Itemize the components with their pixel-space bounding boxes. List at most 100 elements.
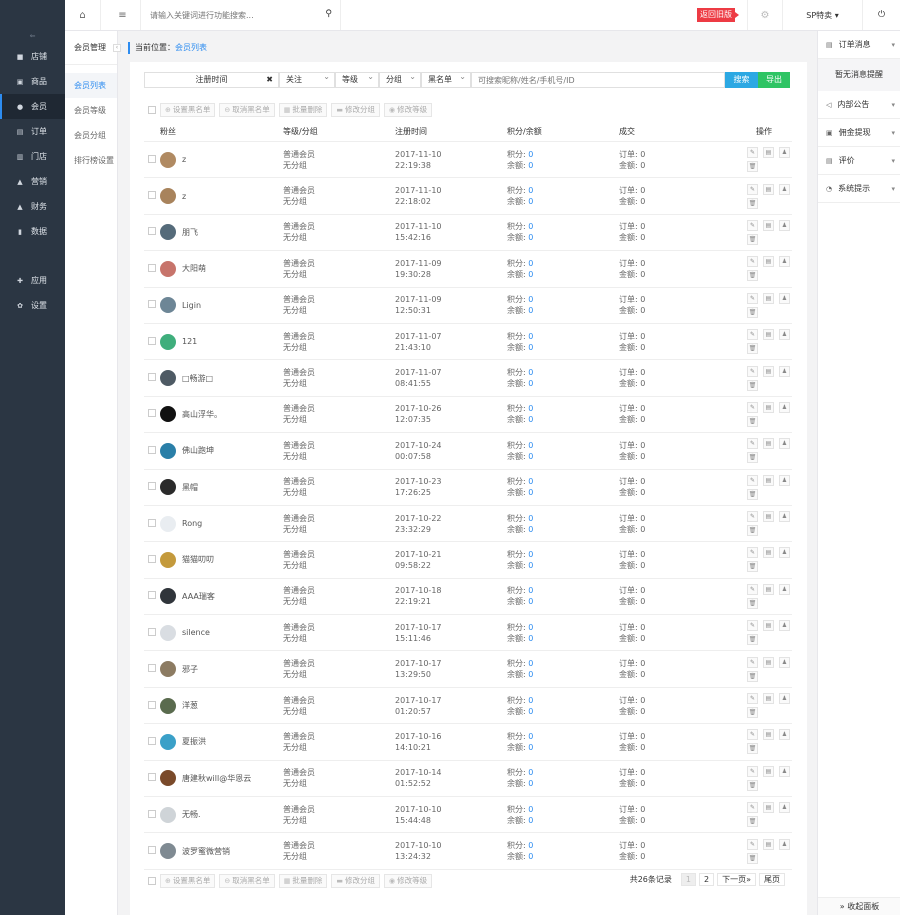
row-checkbox[interactable] <box>148 336 156 345</box>
delete-icon[interactable]: 🗑 <box>747 525 758 537</box>
row-checkbox[interactable] <box>148 154 156 163</box>
batch-action-button-4[interactable]: ◉ 修改等级 <box>384 874 433 888</box>
member-nickname[interactable]: 夏振洪 <box>182 736 206 747</box>
right-panel-item-2[interactable]: ▤ 评价 ▾ <box>818 147 900 175</box>
tag-icon[interactable]: ♟ <box>779 329 790 341</box>
tag-icon[interactable]: ♟ <box>779 583 790 595</box>
row-checkbox[interactable] <box>148 482 156 491</box>
batch-action-button-3[interactable]: ▬ 修改分组 <box>331 874 380 888</box>
batch-action-button-1[interactable]: ⊖ 取消黑名单 <box>219 103 275 117</box>
detail-icon[interactable]: ▤ <box>763 329 774 341</box>
member-nickname[interactable]: z <box>182 155 186 164</box>
sub-nav-collapse-icon[interactable]: ‹ <box>113 44 121 52</box>
detail-icon[interactable]: ▤ <box>763 292 774 304</box>
edit-icon[interactable]: ✎ <box>747 729 758 741</box>
avatar[interactable] <box>160 260 176 277</box>
detail-icon[interactable]: ▤ <box>763 547 774 559</box>
row-checkbox[interactable] <box>148 846 156 855</box>
register-date-picker[interactable]: 注册时间 ✖ <box>144 72 279 88</box>
search-button[interactable]: 搜索 <box>725 72 758 88</box>
delete-icon[interactable]: 🗑 <box>747 852 758 864</box>
edit-icon[interactable]: ✎ <box>747 183 758 195</box>
blacklist-select[interactable]: 黑名单 <box>421 70 471 88</box>
tag-icon[interactable]: ♟ <box>779 838 790 850</box>
member-nickname[interactable]: 朋飞 <box>182 227 198 238</box>
member-nickname[interactable]: 波罗蜜微营销 <box>182 846 230 857</box>
edit-icon[interactable]: ✎ <box>747 693 758 705</box>
edit-icon[interactable]: ✎ <box>747 147 758 159</box>
detail-icon[interactable]: ▤ <box>763 511 774 523</box>
export-button[interactable]: 导出 <box>758 72 790 88</box>
edit-icon[interactable]: ✎ <box>747 802 758 814</box>
edit-icon[interactable]: ✎ <box>747 219 758 231</box>
member-nickname[interactable]: AAA瑞客 <box>182 591 215 602</box>
member-nickname[interactable]: 121 <box>182 337 197 346</box>
detail-icon[interactable]: ▤ <box>763 583 774 595</box>
tag-icon[interactable]: ♟ <box>779 256 790 268</box>
member-nickname[interactable]: 洋葱 <box>182 700 198 711</box>
delete-icon[interactable]: 🗑 <box>747 488 758 500</box>
member-nickname[interactable]: 佛山跑坤 <box>182 445 214 456</box>
edit-icon[interactable]: ✎ <box>747 474 758 486</box>
member-nickname[interactable]: Ligin <box>182 301 201 310</box>
tag-icon[interactable]: ♟ <box>779 620 790 632</box>
edit-icon[interactable]: ✎ <box>747 620 758 632</box>
row-checkbox[interactable] <box>148 809 156 818</box>
tag-icon[interactable]: ♟ <box>779 219 790 231</box>
level-select[interactable]: 等级 <box>335 70 379 88</box>
row-checkbox[interactable] <box>148 300 156 309</box>
batch-action-button-4[interactable]: ◉ 修改等级 <box>384 103 433 117</box>
menu-toggle-button[interactable]: ≡ <box>105 0 141 30</box>
detail-icon[interactable]: ▤ <box>763 838 774 850</box>
row-checkbox[interactable] <box>148 773 156 782</box>
tag-icon[interactable]: ♟ <box>779 729 790 741</box>
delete-icon[interactable]: 🗑 <box>747 561 758 573</box>
left-nav-item-7[interactable]: ▮ 数据 <box>0 219 65 244</box>
tag-icon[interactable]: ♟ <box>779 656 790 668</box>
row-checkbox[interactable] <box>148 191 156 200</box>
member-nickname[interactable]: 无畅. <box>182 809 201 820</box>
left-nav-item-2[interactable]: ● 会员 <box>0 94 65 119</box>
row-checkbox[interactable] <box>148 554 156 563</box>
delete-icon[interactable]: 🗑 <box>747 270 758 282</box>
member-nickname[interactable]: 黑帽 <box>182 482 198 493</box>
batch-action-button-0[interactable]: ⊕ 设置黑名单 <box>160 874 216 888</box>
member-nickname[interactable]: z <box>182 192 186 201</box>
follow-select[interactable]: 关注 <box>279 70 335 88</box>
shop-name-dropdown[interactable]: SP特卖 ▾ <box>783 0 863 30</box>
avatar[interactable] <box>160 770 176 787</box>
avatar[interactable] <box>160 515 176 532</box>
search-icon[interactable]: ⚲ <box>325 9 332 19</box>
row-checkbox[interactable] <box>148 409 156 418</box>
edit-icon[interactable]: ✎ <box>747 547 758 559</box>
page-1[interactable]: 1 <box>680 873 696 886</box>
delete-icon[interactable]: 🗑 <box>747 415 758 427</box>
keyword-input[interactable] <box>471 72 725 88</box>
tag-icon[interactable]: ♟ <box>779 765 790 777</box>
right-panel-item-0[interactable]: ◁ 内部公告 ▾ <box>818 91 900 119</box>
order-message-section[interactable]: ▤ 订单消息 ▾ <box>818 31 900 59</box>
batch-action-button-0[interactable]: ⊕ 设置黑名单 <box>160 103 216 117</box>
left-nav-item-1[interactable]: ▣ 商品 <box>0 69 65 94</box>
home-button[interactable]: ⌂ <box>65 0 101 30</box>
detail-icon[interactable]: ▤ <box>763 438 774 450</box>
member-nickname[interactable]: 大阳萌 <box>182 263 206 274</box>
delete-icon[interactable]: 🗑 <box>747 670 758 682</box>
batch-action-button-3[interactable]: ▬ 修改分组 <box>331 103 380 117</box>
clear-icon[interactable]: ✖ <box>266 73 273 87</box>
detail-icon[interactable]: ▤ <box>763 765 774 777</box>
right-panel-item-3[interactable]: ◔ 系统提示 ▾ <box>818 175 900 203</box>
detail-icon[interactable]: ▤ <box>763 147 774 159</box>
delete-icon[interactable]: 🗑 <box>747 634 758 646</box>
right-panel-item-1[interactable]: ▣ 佣金提现 ▾ <box>818 119 900 147</box>
detail-icon[interactable]: ▤ <box>763 401 774 413</box>
avatar[interactable] <box>160 551 176 568</box>
detail-icon[interactable]: ▤ <box>763 219 774 231</box>
member-nickname[interactable]: 猫猫叨叨 <box>182 554 214 565</box>
avatar[interactable] <box>160 479 176 496</box>
tag-icon[interactable]: ♟ <box>779 474 790 486</box>
delete-icon[interactable]: 🗑 <box>747 306 758 318</box>
edit-icon[interactable]: ✎ <box>747 292 758 304</box>
row-checkbox[interactable] <box>148 736 156 745</box>
avatar[interactable] <box>160 661 176 678</box>
